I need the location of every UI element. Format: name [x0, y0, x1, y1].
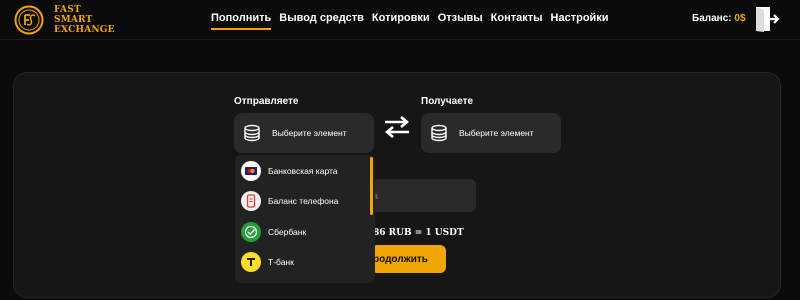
dropdown-item-phone-balance[interactable]: Баланс телефона — [241, 190, 338, 212]
logo-line-2: SMART — [54, 15, 93, 25]
nav-deposit[interactable]: Пополнить — [211, 12, 272, 30]
balance-value: 0$ — [734, 13, 746, 24]
dropdown-item-label: Баланс телефона — [268, 196, 339, 206]
exit-icon[interactable] — [754, 5, 780, 33]
send-select-text: Выберите элемент — [272, 128, 347, 138]
balance-label: Баланс: — [692, 13, 732, 24]
send-currency-select[interactable]: Выберите элемент — [234, 113, 374, 153]
nav-reviews[interactable]: Отзывы — [438, 12, 483, 30]
dropdown-item-label: Банковская карта — [268, 166, 338, 176]
logo-text: FAST SMART EXCHANGE — [54, 5, 115, 35]
coins-icon — [244, 124, 260, 142]
send-label: Отправляете — [234, 96, 299, 107]
phone-balance-icon — [241, 191, 261, 211]
nav-settings[interactable]: Настройки — [551, 12, 609, 30]
dropdown-item-sberbank[interactable]: Сбербанк — [241, 221, 306, 243]
amount-input[interactable] — [371, 179, 476, 212]
currency-dropdown: Банковская карта Баланс телефона Сбербан… — [235, 155, 375, 283]
dropdown-item-label: Сбербанк — [268, 227, 307, 237]
nav-contacts[interactable]: Контакты — [491, 12, 543, 30]
dropdown-scrollbar[interactable] — [370, 157, 373, 215]
logo-icon[interactable] — [14, 5, 44, 35]
bank-card-icon — [241, 161, 261, 181]
receive-label: Получаете — [421, 96, 474, 107]
balance: Баланс: 0$ — [692, 13, 746, 24]
exchange-rate: 86 RUB = 1 USDT — [373, 228, 464, 238]
continue-button[interactable]: родолжить — [371, 245, 446, 273]
sberbank-icon — [241, 222, 261, 242]
receive-select-text: Выберите элемент — [459, 128, 534, 138]
header: FAST SMART EXCHANGE Пополнить Вывод сред… — [0, 0, 800, 40]
dropdown-item-label: Т-банк — [268, 257, 294, 267]
tbank-icon — [241, 252, 261, 272]
receive-currency-select[interactable]: Выберите элемент — [421, 113, 561, 153]
coins-icon — [431, 124, 447, 142]
main-nav: Пополнить Вывод средств Котировки Отзывы… — [211, 12, 609, 30]
logo-line-3: EXCHANGE — [54, 25, 115, 35]
dropdown-item-bank-card[interactable]: Банковская карта — [241, 160, 338, 182]
logo-line-1: FAST — [54, 5, 81, 15]
nav-quotes[interactable]: Котировки — [372, 12, 430, 30]
nav-withdraw[interactable]: Вывод средств — [279, 12, 364, 30]
swap-icon[interactable] — [382, 115, 412, 139]
dropdown-item-tbank[interactable]: Т-банк — [241, 251, 294, 273]
